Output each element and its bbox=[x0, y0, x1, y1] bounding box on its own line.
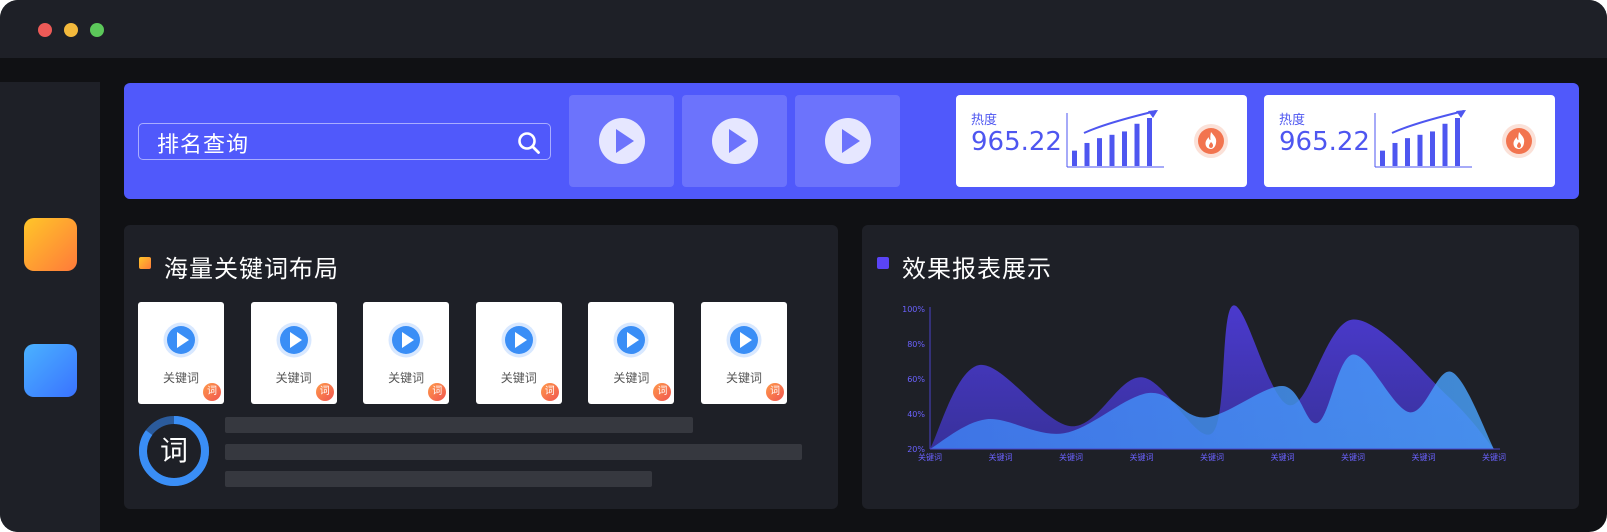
minimize-window-button[interactable] bbox=[64, 23, 78, 37]
keyword-card[interactable]: 关键词词 bbox=[250, 302, 337, 404]
video-tile[interactable] bbox=[682, 95, 787, 187]
keyword-card[interactable]: 关键词词 bbox=[138, 302, 224, 404]
x-tick-label: 关键词 bbox=[1271, 452, 1295, 462]
search-label: 排名查询 bbox=[157, 133, 250, 158]
mini-bar bbox=[1430, 131, 1435, 166]
play-icon bbox=[825, 118, 871, 164]
heat-card[interactable]: 热度 965.22 bbox=[1264, 95, 1555, 187]
mini-bar bbox=[1442, 123, 1448, 166]
x-tick-label: 关键词 bbox=[918, 452, 942, 462]
sidebar bbox=[0, 82, 100, 532]
blue-app-icon[interactable] bbox=[24, 344, 77, 397]
fire-icon bbox=[1194, 124, 1228, 158]
title-marker bbox=[139, 257, 151, 269]
keyword-badge: 词 bbox=[203, 383, 221, 401]
mini-bar bbox=[1417, 134, 1423, 166]
heat-value: 965.22 bbox=[971, 127, 1062, 157]
play-icon bbox=[726, 322, 762, 358]
mini-bar bbox=[1380, 150, 1385, 166]
keyword-badge: 词 bbox=[315, 383, 334, 401]
ring-label: 词 bbox=[159, 434, 188, 467]
placeholder-text-line bbox=[225, 417, 693, 433]
mini-bar bbox=[1109, 134, 1115, 166]
title-bar bbox=[0, 0, 1607, 58]
keyword-card[interactable]: 关键词词 bbox=[701, 302, 787, 404]
mini-bar bbox=[1392, 142, 1398, 166]
keyword-badge: 词 bbox=[540, 383, 559, 401]
mini-bar bbox=[1072, 150, 1077, 166]
heat-value: 965.22 bbox=[1279, 127, 1370, 157]
zoom-window-button[interactable] bbox=[90, 23, 104, 37]
trend-arrow bbox=[1083, 110, 1157, 134]
play-icon bbox=[501, 322, 537, 358]
placeholder-text-line bbox=[225, 444, 802, 460]
play-icon bbox=[388, 322, 424, 358]
heat-card[interactable]: 热度 965.22 bbox=[956, 95, 1247, 187]
y-tick-label: 100% bbox=[902, 305, 925, 314]
play-icon bbox=[163, 322, 199, 358]
play-icon bbox=[599, 118, 645, 164]
x-tick-label: 关键词 bbox=[1059, 452, 1083, 462]
trend-arrow-head bbox=[1456, 110, 1466, 118]
top-banner: 排名查询 热度 965.22 热度 965.22 bbox=[124, 83, 1579, 199]
mini-bar bbox=[1147, 118, 1152, 166]
fire-icon bbox=[1502, 124, 1536, 158]
panel-title: 海量关键词布局 bbox=[164, 255, 339, 283]
mini-bar bbox=[1122, 131, 1127, 166]
mini-bar bbox=[1134, 123, 1140, 166]
x-tick-label: 关键词 bbox=[989, 452, 1013, 462]
mini-bar bbox=[1097, 138, 1102, 166]
search-box[interactable]: 排名查询 bbox=[138, 123, 551, 160]
keyword-card[interactable]: 关键词词 bbox=[588, 302, 675, 404]
keyword-badge: 词 bbox=[653, 383, 672, 401]
app-window: 排名查询 热度 965.22 热度 965.22 海量关键词布局 关键词 词 关… bbox=[0, 0, 1607, 532]
keyword-badge: 词 bbox=[428, 383, 447, 401]
report-area-chart: 20%40%60%80%100%关键词 关键词 关键词 关键词 关键词 关键词 关键词 关键词… bbox=[902, 305, 1506, 462]
search-icon[interactable] bbox=[516, 130, 542, 156]
play-icon bbox=[613, 322, 649, 358]
x-tick-label: 关键词 bbox=[1482, 452, 1506, 462]
report-panel: 效果报表展示 20% 40% 60% 80% 100% 关键词 关键词 关键词 关键词 关键词 关键… bbox=[862, 225, 1579, 509]
keywords-panel: 海量关键词布局 关键词词关键词词关键词词关键词词关键词词关键词词 词 bbox=[124, 225, 838, 509]
orange-app-icon[interactable] bbox=[24, 218, 77, 271]
x-tick-label: 关键词 bbox=[1341, 452, 1365, 462]
heat-label: 热度 bbox=[1279, 113, 1306, 128]
x-tick-label: 关键词 bbox=[1412, 452, 1436, 462]
y-tick-label: 80% bbox=[907, 340, 925, 349]
keyword-card[interactable]: 关键词词 bbox=[475, 302, 562, 404]
keyword-card[interactable]: 关键词词 bbox=[363, 302, 450, 404]
trend-bar-chart bbox=[1374, 110, 1472, 168]
close-window-button[interactable] bbox=[38, 23, 52, 37]
x-tick-label: 关键词 bbox=[1200, 452, 1224, 462]
mini-bar bbox=[1405, 138, 1410, 166]
play-icon bbox=[712, 118, 758, 164]
trend-arrow bbox=[1391, 110, 1465, 134]
y-tick-label: 60% bbox=[907, 375, 925, 384]
keyword-badge: 词 bbox=[766, 383, 784, 401]
x-tick-label: 关键词 bbox=[1130, 452, 1154, 462]
trend-bar-chart bbox=[1066, 110, 1164, 168]
mini-bar bbox=[1084, 142, 1090, 166]
trend-arrow-head bbox=[1148, 110, 1158, 118]
heat-label: 热度 bbox=[971, 113, 998, 128]
video-tile[interactable] bbox=[569, 95, 674, 187]
y-tick-label: 40% bbox=[907, 410, 925, 419]
mini-bar bbox=[1455, 118, 1460, 166]
video-tile[interactable] bbox=[795, 95, 900, 187]
placeholder-text-line bbox=[225, 471, 652, 487]
play-icon bbox=[276, 322, 312, 358]
